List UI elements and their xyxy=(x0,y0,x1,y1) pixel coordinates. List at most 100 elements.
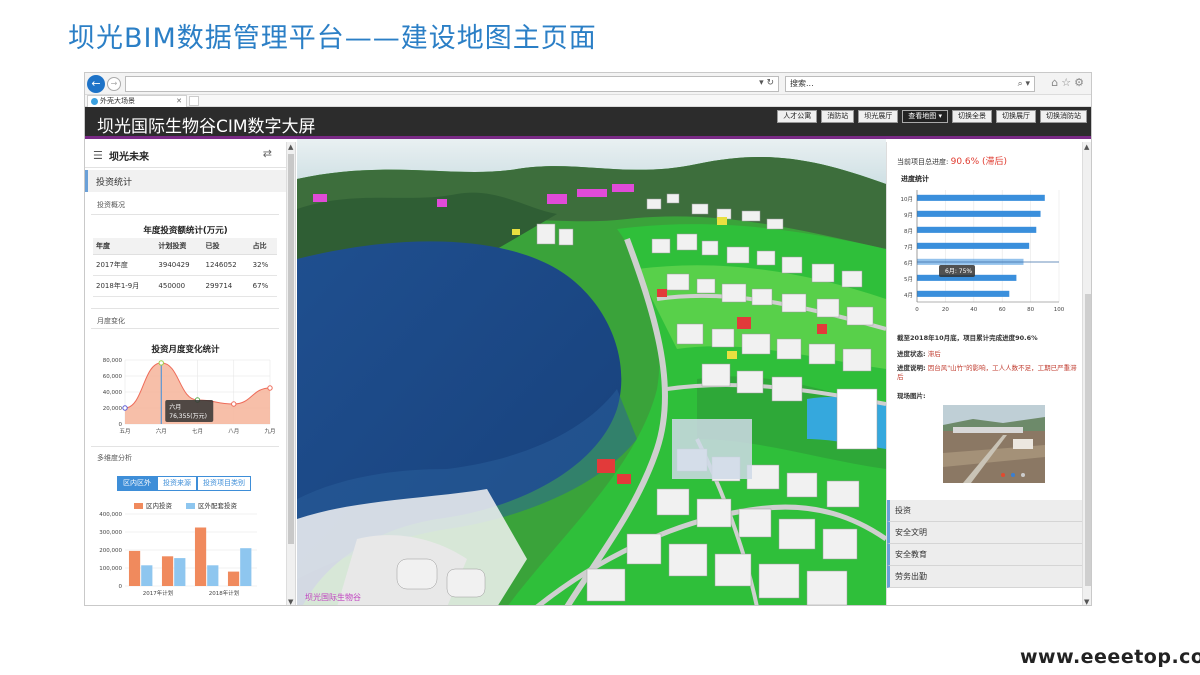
x-tick-label: 七月 xyxy=(192,427,203,435)
x-tick-label: 2017年计划 xyxy=(143,589,174,597)
investment-section-header[interactable]: 投资统计 xyxy=(85,170,286,192)
page-icon xyxy=(91,98,98,105)
talent-apartment-button[interactable]: 人才公寓 xyxy=(777,110,818,123)
y-tick-label: 300,000 xyxy=(99,530,122,536)
new-tab-button[interactable] xyxy=(189,96,199,106)
table-header-cell: 占比 xyxy=(249,238,277,255)
description-label: 进度说明: xyxy=(897,364,926,372)
left-scrollbar[interactable]: ▲ ▼ xyxy=(287,142,296,605)
investment-table-title: 年度投资额统计(万元) xyxy=(143,226,228,236)
refresh-icon[interactable]: ▾ ↻ xyxy=(759,78,774,88)
tab-investment[interactable]: 投资 xyxy=(887,500,1082,522)
slide-title: 坝光BIM数据管理平台——建设地图主页面 xyxy=(68,23,597,54)
right-panel-tabs: 投资 安全文明 安全教育 劳务出勤 xyxy=(887,500,1082,588)
app-header: 坝光国际生物谷CIM数字大屏 人才公寓 消防站 坝光展厅 查看地图 ▾ 切换全景… xyxy=(85,107,1091,139)
x-tick-label: 0 xyxy=(915,307,919,313)
browser-tab[interactable]: 外壳大场景 ✕ xyxy=(87,95,187,107)
table-header-row: 年度 计划投资 已投 占比 xyxy=(93,238,277,255)
bar xyxy=(240,548,252,586)
y-tick-label: 200,000 xyxy=(99,548,122,554)
segment-source[interactable]: 投资来源 xyxy=(157,476,197,491)
browser-toolbar: ← → ▾ ↻ 搜索... ⌕ ▾ ⌂☆⚙ xyxy=(85,73,1091,95)
x-tick-label: 80 xyxy=(1027,307,1034,313)
bar xyxy=(174,558,186,586)
data-point xyxy=(231,401,237,407)
bar xyxy=(207,565,219,586)
swap-icon[interactable]: ⇄ xyxy=(263,147,272,160)
table-cell: 299714 xyxy=(202,275,250,297)
x-tick-label: 八月 xyxy=(228,428,239,435)
tab-labor-attendance[interactable]: 劳务出勤 xyxy=(887,566,1082,588)
investment-section-label: 投资统计 xyxy=(96,178,133,188)
data-point xyxy=(267,385,273,391)
scrollbar-thumb[interactable] xyxy=(288,154,294,544)
x-tick-label: 20 xyxy=(942,307,949,313)
close-icon[interactable]: ✕ xyxy=(176,96,182,107)
x-tick-label: 100 xyxy=(1054,307,1065,313)
y-tick-label: 60,000 xyxy=(103,374,123,380)
table-cell: 2017年度 xyxy=(93,254,156,276)
fire-station-button[interactable]: 消防站 xyxy=(821,110,855,123)
status-value: 滞后 xyxy=(927,350,941,358)
search-placeholder: 搜索... xyxy=(790,79,814,88)
monthly-area-chart[interactable]: 020,00040,00060,00080,000五月 六月 七月 八月 九月六月76,… xyxy=(85,354,287,438)
investment-bar-chart[interactable]: 0 100,000 200,000 300,000 400,000 2017年计划 2018… xyxy=(85,508,287,604)
scroll-up-icon[interactable]: ▲ xyxy=(1084,143,1089,151)
3d-map-view[interactable]: 坝光国际生物谷 xyxy=(297,139,886,606)
site-photo[interactable] xyxy=(943,405,1045,483)
y-tick-label: 6月 xyxy=(904,260,913,267)
table-cell: 3940429 xyxy=(155,254,203,276)
scrollbar-thumb[interactable] xyxy=(1085,294,1091,586)
tab-safety-civilization[interactable]: 安全文明 xyxy=(887,522,1082,544)
multi-dimension-label: 多维度分析 xyxy=(97,454,132,462)
menu-icon[interactable]: ☰ xyxy=(93,149,103,162)
divider xyxy=(91,446,279,447)
scroll-up-icon[interactable]: ▲ xyxy=(288,143,293,151)
bar xyxy=(141,565,153,586)
switch-fire-station-button[interactable]: 切换消防站 xyxy=(1040,110,1087,123)
browser-search-input[interactable]: 搜索... ⌕ ▾ xyxy=(785,76,1035,92)
right-scrollbar[interactable]: ▲ ▼ xyxy=(1082,142,1091,605)
left-panel-title: 坝光未来 xyxy=(109,152,149,163)
table-cell: 2018年1-9月 xyxy=(93,275,156,297)
scroll-down-icon[interactable]: ▼ xyxy=(288,598,293,605)
description-row: 进度说明: 因台风"山竹"的影响，工人人数不足，工期已严重滞后 xyxy=(897,364,1077,382)
watermark: www.eeeetop.com xyxy=(1020,646,1200,668)
y-tick-label: 8月 xyxy=(904,228,913,235)
left-panel: ☰ 坝光未来 ⇄ 投资统计 投资概况 年度投资额统计(万元) 年度 计划投资 已… xyxy=(85,142,287,605)
table-cell: 1246052 xyxy=(202,254,250,276)
y-tick-label: 40,000 xyxy=(103,390,123,396)
y-tick-label: 7月 xyxy=(904,244,913,251)
y-tick-label: 9月 xyxy=(904,212,913,219)
segment-inside-outside[interactable]: 区内区外 xyxy=(117,476,157,491)
tooltip-line1: 六月 xyxy=(169,403,181,411)
browser-icons[interactable]: ⌂☆⚙ xyxy=(1051,76,1087,89)
table-cell: 67% xyxy=(249,275,277,297)
switch-panorama-button[interactable]: 切换全景 xyxy=(952,110,992,123)
table-row: 2017年度 3940429 1246052 32% xyxy=(93,254,277,276)
map-scene[interactable] xyxy=(297,139,886,606)
site-photo-image xyxy=(943,405,1045,483)
x-tick-label: 九月 xyxy=(264,427,275,435)
browser-window: ← → ▾ ↻ 搜索... ⌕ ▾ ⌂☆⚙ 外壳大场景 ✕ 坝光国际生物谷CIM… xyxy=(84,72,1092,606)
search-icon[interactable]: ⌕ ▾ xyxy=(1018,77,1030,91)
view-map-select[interactable]: 查看地图 ▾ xyxy=(902,110,948,123)
y-tick-label: 400,000 xyxy=(99,512,122,518)
address-bar[interactable]: ▾ ↻ xyxy=(125,76,779,92)
header-buttons: 人才公寓 消防站 坝光展厅 查看地图 ▾ 切换全景 切换展厅 切换消防站 xyxy=(777,110,1087,123)
tooltip-text: 6月: 75% xyxy=(945,268,972,275)
bar xyxy=(194,527,207,586)
switch-hall-button[interactable]: 切换展厅 xyxy=(996,110,1036,123)
view-map-label: 查看地图 xyxy=(908,112,937,120)
progress-bar-chart[interactable]: 0 20 40 60 80 100 10月 9月 8月 7月 6月 5月 4月 6月: 75% xyxy=(887,182,1082,322)
forward-arrow-icon[interactable]: → xyxy=(107,77,121,91)
scroll-down-icon[interactable]: ▼ xyxy=(1084,598,1089,605)
segment-category[interactable]: 投资项目类别 xyxy=(197,476,251,491)
back-arrow-icon[interactable]: ← xyxy=(87,75,105,93)
status-row: 进度状态: 滞后 xyxy=(897,348,941,358)
y-tick-label: 100,000 xyxy=(99,566,122,572)
tab-safety-education[interactable]: 安全教育 xyxy=(887,544,1082,566)
exhibition-hall-button[interactable]: 坝光展厅 xyxy=(858,110,899,123)
browser-tab-strip: 外壳大场景 ✕ xyxy=(85,95,1091,107)
bar xyxy=(917,290,1010,297)
